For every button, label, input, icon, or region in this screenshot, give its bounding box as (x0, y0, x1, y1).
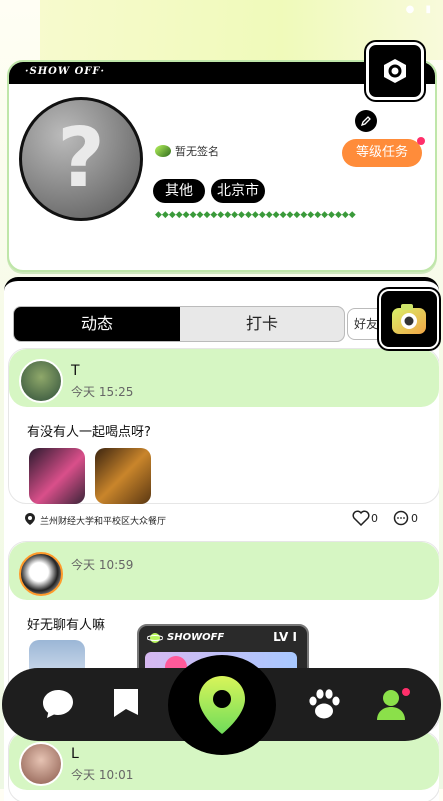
user-icon (377, 688, 410, 720)
post-image[interactable] (29, 448, 85, 504)
comment-count: 0 (411, 512, 418, 525)
tab-moments[interactable]: 动态 (14, 307, 180, 341)
nav-chat[interactable] (38, 684, 78, 724)
bottom-nav (2, 655, 441, 755)
post-time: 今天 15:25 (71, 385, 134, 399)
like-count: 0 (371, 512, 378, 525)
tag-gender: 其他 (153, 179, 205, 203)
post-text: 有没有人一起喝点呀? (27, 425, 151, 440)
nav-map[interactable] (168, 655, 276, 755)
notification-dot (417, 137, 425, 145)
avatar-placeholder-icon: ? (57, 111, 105, 206)
post-author-name: T (71, 363, 80, 379)
post-time: 今天 10:01 (71, 768, 134, 782)
camera-icon (392, 304, 426, 334)
post-header: 今天 10:59 (9, 542, 439, 600)
badge-title: SHOWOFF (167, 632, 225, 643)
nav-pets[interactable] (304, 684, 344, 724)
feed-tabs: 动态 打卡 (13, 306, 345, 342)
location-pin-icon (25, 513, 35, 525)
tag-city: 北京市 (211, 179, 265, 203)
post-avatar[interactable] (19, 359, 63, 403)
post-text: 好无聊有人嘛 (27, 618, 106, 633)
post-avatar[interactable] (19, 742, 63, 786)
badge-planet-icon (147, 633, 163, 643)
nav-checkin[interactable] (106, 684, 146, 724)
status-icons: ● ▮ (405, 4, 435, 15)
badge-level: LV I (273, 630, 297, 644)
paw-icon (309, 689, 340, 719)
signature-leaf-icon (155, 145, 171, 157)
location-pin-icon (199, 676, 245, 734)
chat-bubble-icon (43, 690, 73, 718)
settings-hex-icon (384, 59, 406, 83)
post-header: T 今天 15:25 (9, 349, 439, 407)
post-author-name: L (71, 746, 79, 762)
edit-pencil-icon (360, 116, 371, 127)
edit-profile-button[interactable] (355, 110, 377, 132)
signature-text: 暂无签名 (175, 145, 219, 158)
level-task-label: 等级任务 (355, 145, 408, 160)
decorative-diamond-row: ◆◆◆◆◆◆◆◆◆◆◆◆◆◆◆◆◆◆◆◆◆◆◆◆◆◆◆◆◆ (155, 210, 356, 220)
tab-checkin[interactable]: 打卡 (180, 307, 344, 341)
settings-button[interactable] (366, 42, 424, 100)
post-avatar[interactable] (19, 552, 63, 596)
post-card[interactable]: T 今天 15:25 有没有人一起喝点呀? 兰州财经大学和平校区大众餐厅 0 0 (8, 348, 439, 527)
post-image[interactable] (95, 448, 151, 504)
post-location: 兰州财经大学和平校区大众餐厅 (40, 517, 167, 527)
camera-button[interactable] (379, 289, 439, 349)
nav-profile[interactable] (374, 684, 414, 724)
level-task-button[interactable]: 等级任务 (342, 137, 425, 167)
post-time: 今天 10:59 (71, 558, 134, 572)
flag-icon (114, 689, 138, 717)
brand-label: ·SHOW OFF· (25, 66, 105, 77)
profile-avatar[interactable]: ? (19, 97, 143, 221)
comment-icon[interactable] (393, 510, 409, 526)
heart-icon[interactable] (352, 510, 370, 526)
